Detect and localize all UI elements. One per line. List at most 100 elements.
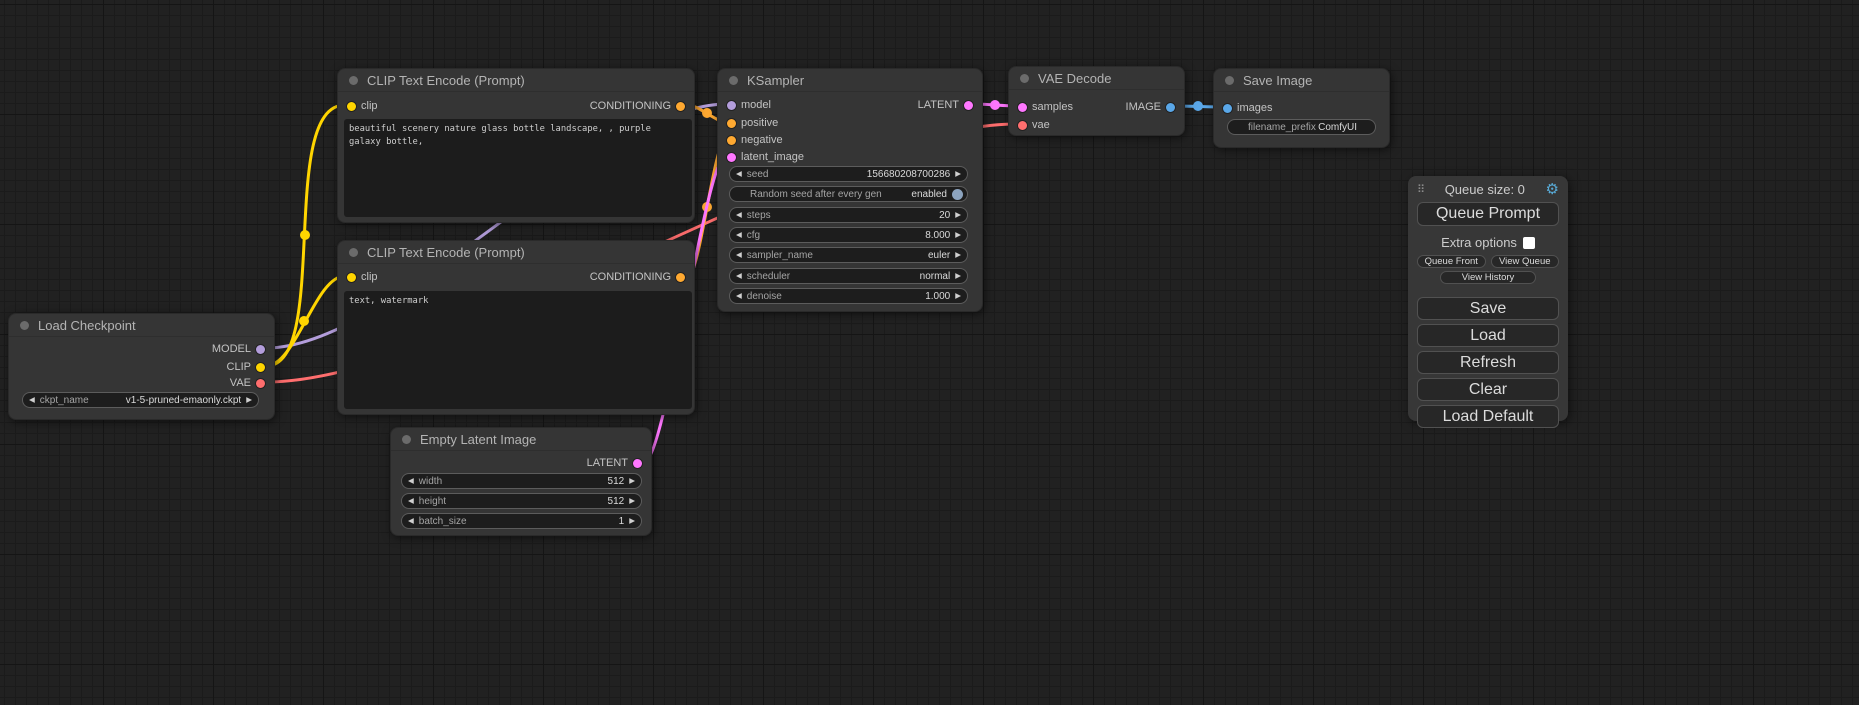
collapse-dot-icon[interactable] <box>1225 76 1234 85</box>
input-slot-latent-image[interactable]: latent_image <box>718 150 804 164</box>
arrow-right-icon[interactable]: ▶ <box>246 396 252 404</box>
output-slot-latent[interactable]: LATENT <box>918 98 982 112</box>
widget-filename-prefix[interactable]: filename_prefix ComfyUI <box>1227 119 1376 135</box>
widget-random-seed[interactable]: Random seed after every gen enabled <box>729 186 968 202</box>
output-slot-latent[interactable]: LATENT <box>587 456 651 470</box>
collapse-dot-icon[interactable] <box>349 248 358 257</box>
widget-batch-size[interactable]: ◀ batch_size 1 ▶ <box>401 513 642 529</box>
output-slot-clip[interactable]: CLIP <box>227 360 274 374</box>
clear-button[interactable]: Clear <box>1417 378 1559 401</box>
arrow-right-icon[interactable]: ▶ <box>955 231 961 239</box>
conditioning-slot-dot-icon[interactable] <box>676 273 685 282</box>
prompt-textarea[interactable]: beautiful scenery nature glass bottle la… <box>344 119 692 217</box>
node-title-bar[interactable]: Load Checkpoint <box>9 314 274 337</box>
arrow-right-icon[interactable]: ▶ <box>629 477 635 485</box>
widget-steps[interactable]: ◀ steps 20 ▶ <box>729 207 968 223</box>
widget-width[interactable]: ◀ width 512 ▶ <box>401 473 642 489</box>
arrow-right-icon[interactable]: ▶ <box>629 497 635 505</box>
collapse-dot-icon[interactable] <box>20 321 29 330</box>
node-vae-decode[interactable]: VAE Decode samples vae IMAGE <box>1008 66 1185 136</box>
node-title-bar[interactable]: Save Image <box>1214 69 1389 92</box>
node-clip-text-encode-negative[interactable]: CLIP Text Encode (Prompt) clip CONDITION… <box>337 240 695 415</box>
input-slot-positive[interactable]: positive <box>718 116 778 130</box>
arrow-left-icon[interactable]: ◀ <box>408 477 414 485</box>
widget-height[interactable]: ◀ height 512 ▶ <box>401 493 642 509</box>
arrow-right-icon[interactable]: ▶ <box>955 292 961 300</box>
node-ksampler[interactable]: KSampler model positive negative latent_… <box>717 68 983 312</box>
node-clip-text-encode-positive[interactable]: CLIP Text Encode (Prompt) clip CONDITION… <box>337 68 695 223</box>
latent-slot-dot-icon[interactable] <box>1018 103 1027 112</box>
arrow-right-icon[interactable]: ▶ <box>955 170 961 178</box>
queue-front-button[interactable]: Queue Front <box>1417 255 1486 268</box>
vae-slot-dot-icon[interactable] <box>256 379 265 388</box>
input-slot-model[interactable]: model <box>718 98 771 112</box>
node-empty-latent-image[interactable]: Empty Latent Image LATENT ◀ width 512 ▶ … <box>390 427 652 536</box>
output-slot-conditioning[interactable]: CONDITIONING <box>590 270 694 284</box>
widget-seed[interactable]: ◀ seed 156680208700286 ▶ <box>729 166 968 182</box>
input-slot-clip[interactable]: clip <box>338 99 378 113</box>
queue-prompt-button[interactable]: Queue Prompt <box>1417 202 1559 226</box>
view-queue-button[interactable]: View Queue <box>1491 255 1560 268</box>
load-button[interactable]: Load <box>1417 324 1559 347</box>
arrow-right-icon[interactable]: ▶ <box>955 211 961 219</box>
node-load-checkpoint[interactable]: Load Checkpoint MODEL CLIP VAE ◀ ckpt_na… <box>8 313 275 420</box>
collapse-dot-icon[interactable] <box>1020 74 1029 83</box>
clip-slot-dot-icon[interactable] <box>256 363 265 372</box>
arrow-left-icon[interactable]: ◀ <box>408 497 414 505</box>
arrow-right-icon[interactable]: ▶ <box>955 251 961 259</box>
model-slot-dot-icon[interactable] <box>727 101 736 110</box>
input-slot-vae[interactable]: vae <box>1009 118 1050 132</box>
output-slot-image[interactable]: IMAGE <box>1126 100 1184 114</box>
refresh-button[interactable]: Refresh <box>1417 351 1559 374</box>
input-slot-negative[interactable]: negative <box>718 133 783 147</box>
collapse-dot-icon[interactable] <box>729 76 738 85</box>
model-slot-dot-icon[interactable] <box>256 345 265 354</box>
graph-canvas[interactable]: Load Checkpoint MODEL CLIP VAE ◀ ckpt_na… <box>0 0 1859 705</box>
collapse-dot-icon[interactable] <box>402 435 411 444</box>
input-slot-samples[interactable]: samples <box>1009 100 1073 114</box>
output-slot-conditioning[interactable]: CONDITIONING <box>590 99 694 113</box>
image-slot-dot-icon[interactable] <box>1223 104 1232 113</box>
arrow-right-icon[interactable]: ▶ <box>629 517 635 525</box>
widget-ckpt-name[interactable]: ◀ ckpt_name v1-5-pruned-emaonly.ckpt ▶ <box>22 392 259 408</box>
toggle-icon[interactable] <box>952 189 963 200</box>
node-title-bar[interactable]: KSampler <box>718 69 982 92</box>
node-title-bar[interactable]: CLIP Text Encode (Prompt) <box>338 241 694 264</box>
latent-slot-dot-icon[interactable] <box>727 153 736 162</box>
arrow-left-icon[interactable]: ◀ <box>736 292 742 300</box>
arrow-right-icon[interactable]: ▶ <box>955 272 961 280</box>
save-button[interactable]: Save <box>1417 297 1559 320</box>
output-slot-vae[interactable]: VAE <box>230 376 274 390</box>
arrow-left-icon[interactable]: ◀ <box>736 231 742 239</box>
input-slot-clip[interactable]: clip <box>338 270 378 284</box>
widget-sampler-name[interactable]: ◀ sampler_name euler ▶ <box>729 247 968 263</box>
vae-slot-dot-icon[interactable] <box>1018 121 1027 130</box>
node-title-bar[interactable]: VAE Decode <box>1009 67 1184 90</box>
arrow-left-icon[interactable]: ◀ <box>736 170 742 178</box>
view-history-button[interactable]: View History <box>1440 271 1536 284</box>
arrow-left-icon[interactable]: ◀ <box>736 211 742 219</box>
conditioning-slot-dot-icon[interactable] <box>727 136 736 145</box>
clip-slot-dot-icon[interactable] <box>347 273 356 282</box>
arrow-left-icon[interactable]: ◀ <box>29 396 35 404</box>
image-slot-dot-icon[interactable] <box>1166 103 1175 112</box>
drag-handle-icon[interactable]: ⠿ <box>1417 183 1424 196</box>
input-slot-images[interactable]: images <box>1214 101 1272 115</box>
node-title-bar[interactable]: Empty Latent Image <box>391 428 651 451</box>
load-default-button[interactable]: Load Default <box>1417 405 1559 428</box>
conditioning-slot-dot-icon[interactable] <box>727 119 736 128</box>
widget-cfg[interactable]: ◀ cfg 8.000 ▶ <box>729 227 968 243</box>
arrow-left-icon[interactable]: ◀ <box>736 272 742 280</box>
conditioning-slot-dot-icon[interactable] <box>676 102 685 111</box>
node-save-image[interactable]: Save Image images filename_prefix ComfyU… <box>1213 68 1390 148</box>
widget-scheduler[interactable]: ◀ scheduler normal ▶ <box>729 268 968 284</box>
collapse-dot-icon[interactable] <box>349 76 358 85</box>
node-title-bar[interactable]: CLIP Text Encode (Prompt) <box>338 69 694 92</box>
prompt-textarea[interactable]: text, watermark <box>344 291 692 409</box>
arrow-left-icon[interactable]: ◀ <box>408 517 414 525</box>
latent-slot-dot-icon[interactable] <box>964 101 973 110</box>
widget-denoise[interactable]: ◀ denoise 1.000 ▶ <box>729 288 968 304</box>
settings-gear-icon[interactable]: ⚙ <box>1546 182 1559 197</box>
extra-options-checkbox[interactable] <box>1523 237 1535 249</box>
clip-slot-dot-icon[interactable] <box>347 102 356 111</box>
